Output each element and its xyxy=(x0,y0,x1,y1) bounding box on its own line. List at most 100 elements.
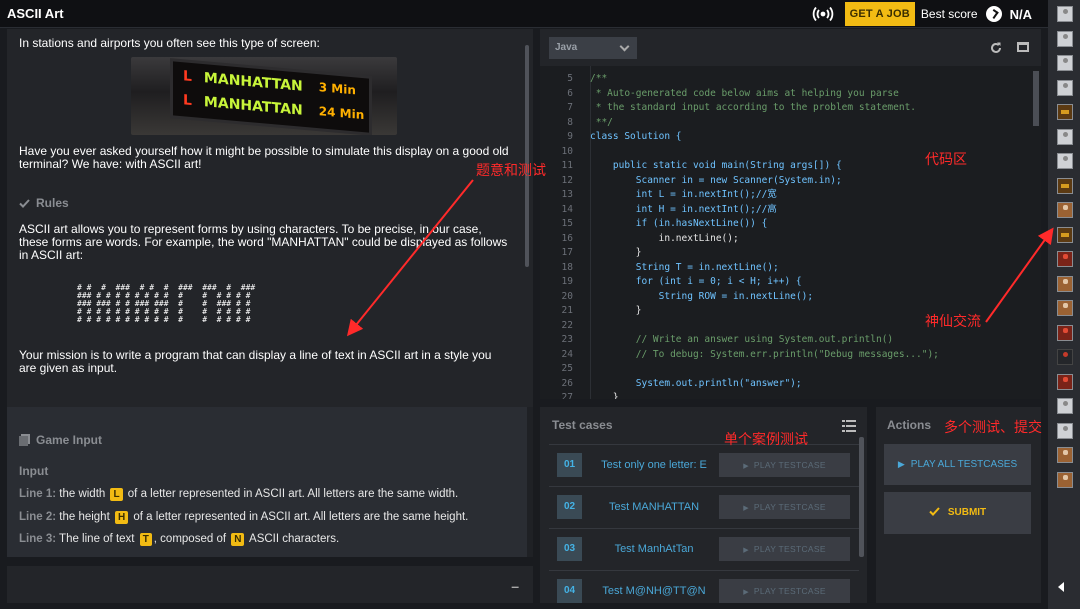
code-line: 26 System.out.println("answer"); xyxy=(540,377,802,392)
code-text: } xyxy=(590,305,642,316)
player-avatar[interactable] xyxy=(1057,471,1073,488)
page-title: ASCII Art xyxy=(7,6,64,21)
line-number: 18 xyxy=(561,261,573,273)
language-select[interactable]: Java xyxy=(549,37,637,59)
player-avatar[interactable] xyxy=(1057,226,1073,243)
code-text: int L = in.nextInt();//宽 xyxy=(590,189,777,200)
code-text: public static void main(String args[]) { xyxy=(590,160,842,171)
line-number: 6 xyxy=(567,87,573,99)
line-number: 27 xyxy=(561,392,573,399)
code-line: 12 Scanner in = new Scanner(System.in); xyxy=(540,174,842,189)
code-text: int H = in.nextInt();//高 xyxy=(590,203,777,215)
player-avatar[interactable] xyxy=(1057,349,1073,365)
line-number: 24 xyxy=(561,348,573,360)
problem-statement: In stations and airports you often see t… xyxy=(7,29,533,407)
minimize-button[interactable]: – xyxy=(511,578,519,594)
test-case-row[interactable]: 01 Test only one letter: E PLAY TESTCASE xyxy=(549,444,859,486)
var-badge: L xyxy=(110,488,123,501)
line-number: 15 xyxy=(561,218,573,229)
broadcast-icon[interactable] xyxy=(811,4,835,24)
code-line: 18 String T = in.nextLine(); xyxy=(540,261,779,276)
code-editor[interactable]: 5 /** 6 * Auto-generated code below aims a… xyxy=(540,66,1041,399)
code-line: 17 } xyxy=(540,246,642,261)
player-avatar[interactable] xyxy=(1057,177,1073,194)
test-case-name[interactable]: Test only one letter: E xyxy=(593,445,715,485)
player-avatar[interactable] xyxy=(1057,275,1073,292)
console-panel: – xyxy=(7,566,533,603)
player-avatar[interactable] xyxy=(1057,324,1073,341)
code-text: Scanner in = new Scanner(System.in); xyxy=(590,174,842,186)
play-all-testcases-button[interactable]: PLAY ALL TESTCASES xyxy=(884,444,1031,485)
code-line: 5 /** xyxy=(540,72,607,87)
get-a-job-button[interactable]: GET A JOB xyxy=(844,2,915,26)
code-text: class Solution { xyxy=(590,131,682,142)
test-case-name[interactable]: Test ManhAtTan xyxy=(593,529,715,569)
code-text: // To debug: System.err.println("Debug m… xyxy=(590,348,939,360)
game-input-heading: Game Input xyxy=(19,433,102,447)
code-line: 19 for (int i = 0; i < H; i++) { xyxy=(540,275,802,290)
code-text: String T = in.nextLine(); xyxy=(590,261,779,273)
score-check-icon xyxy=(985,6,1002,22)
player-avatar[interactable] xyxy=(1057,251,1073,267)
play-testcase-button[interactable]: PLAY TESTCASE xyxy=(719,537,850,561)
line-number: 5 xyxy=(567,73,573,84)
mission-text: Your mission is to write a program that … xyxy=(19,348,492,375)
line-number: 8 xyxy=(567,116,573,128)
test-cases-scrollbar[interactable] xyxy=(859,437,864,557)
code-text: } xyxy=(590,392,619,399)
collapse-sidebar-icon[interactable] xyxy=(1058,582,1064,592)
test-cases-heading: Test cases xyxy=(552,418,613,432)
player-avatar[interactable] xyxy=(1057,153,1073,169)
test-case-row[interactable]: 03 Test ManhAtTan PLAY TESTCASE xyxy=(549,528,859,570)
annotation-statement: 题意和测试 xyxy=(476,162,546,178)
game-input-scrollbar[interactable] xyxy=(527,407,533,557)
line-number: 17 xyxy=(561,247,573,258)
submit-button[interactable]: SUBMIT xyxy=(884,492,1031,534)
check-icon xyxy=(929,507,940,516)
player-avatar[interactable] xyxy=(1057,128,1073,145)
test-case-number: 02 xyxy=(557,495,582,519)
editor-scrollbar[interactable] xyxy=(1033,71,1039,126)
player-avatar[interactable] xyxy=(1057,30,1073,47)
player-avatar[interactable] xyxy=(1057,104,1073,120)
play-testcase-button[interactable]: PLAY TESTCASE xyxy=(719,495,850,519)
code-line: 20 String ROW = in.nextLine(); xyxy=(540,290,814,305)
best-score-label: Best score xyxy=(920,7,978,21)
statement-scrollbar[interactable] xyxy=(525,45,529,267)
best-score-value: N/A xyxy=(1009,6,1032,22)
actions-heading: Actions xyxy=(887,418,932,432)
test-case-number: 04 xyxy=(557,579,582,603)
code-line: 9 class Solution { xyxy=(540,130,682,145)
test-case-number: 03 xyxy=(557,537,582,561)
player-avatar[interactable] xyxy=(1057,447,1073,463)
player-avatar[interactable] xyxy=(1057,300,1073,316)
reset-icon[interactable] xyxy=(989,41,1003,55)
rules-text: ASCII art allows you to represent forms … xyxy=(19,222,508,262)
code-line: 8 **/ xyxy=(540,116,613,131)
player-avatar[interactable] xyxy=(1057,6,1073,22)
test-case-row[interactable]: 04 Test M@NH@TT@N PLAY TESTCASE xyxy=(549,570,859,603)
player-avatar[interactable] xyxy=(1057,79,1073,96)
player-avatar[interactable] xyxy=(1057,422,1073,439)
line-number: 23 xyxy=(561,334,573,345)
line-number: 10 xyxy=(561,145,573,157)
player-avatar[interactable] xyxy=(1057,398,1073,414)
play-testcase-button[interactable]: PLAY TESTCASE xyxy=(719,453,850,477)
list-icon[interactable] xyxy=(842,420,856,432)
play-testcase-button[interactable]: PLAY TESTCASE xyxy=(719,579,850,603)
player-avatar[interactable] xyxy=(1057,373,1073,390)
player-avatar[interactable] xyxy=(1057,55,1073,71)
fullscreen-icon[interactable] xyxy=(1017,42,1029,52)
code-text: * Auto-generated code below aims at help… xyxy=(590,87,899,99)
test-case-row[interactable]: 02 Test MANHATTAN PLAY TESTCASE xyxy=(549,486,859,528)
test-case-name[interactable]: Test M@NH@TT@N xyxy=(593,571,715,603)
code-text: /** xyxy=(590,73,608,84)
code-text: for (int i = 0; i < H; i++) { xyxy=(590,276,802,287)
player-avatar[interactable] xyxy=(1057,202,1073,218)
line-number: 20 xyxy=(561,290,573,302)
code-line: 7 * the standard input according to the … xyxy=(540,101,916,116)
annotation-chat: 神仙交流 xyxy=(925,313,981,329)
test-case-name[interactable]: Test MANHATTAN xyxy=(593,487,715,527)
line-number: 21 xyxy=(561,305,573,316)
line-number: 13 xyxy=(561,189,573,200)
